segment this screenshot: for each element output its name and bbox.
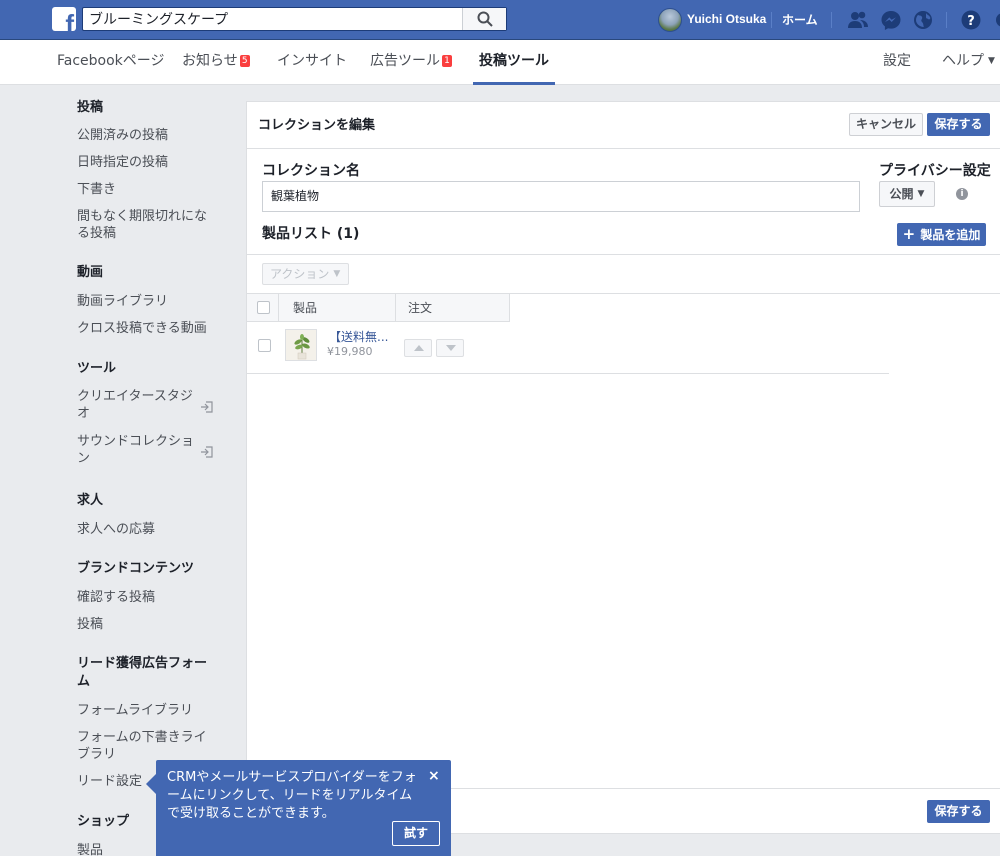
external-link-icon bbox=[201, 401, 213, 413]
avatar[interactable] bbox=[658, 8, 682, 32]
sidebar-item-job-applications[interactable]: 求人への応募 bbox=[77, 521, 217, 538]
add-product-button[interactable]: + 製品を追加 bbox=[897, 223, 986, 246]
divider bbox=[946, 12, 947, 28]
move-up-button[interactable] bbox=[404, 339, 432, 357]
tab-insights[interactable]: インサイト bbox=[277, 40, 347, 85]
sidebar-item-video-library[interactable]: 動画ライブラリ bbox=[77, 293, 217, 310]
tab-help[interactable]: ヘルプ ▼ bbox=[942, 40, 995, 85]
notification-badge: 1 bbox=[442, 55, 452, 67]
save-button[interactable]: 保存する bbox=[927, 113, 990, 136]
divider bbox=[247, 373, 889, 374]
search-box bbox=[82, 7, 507, 31]
external-link-icon bbox=[201, 446, 213, 458]
product-list-label: 製品リスト (1) bbox=[262, 226, 360, 242]
divider bbox=[247, 148, 1000, 149]
sidebar-item-branded-posts[interactable]: 投稿 bbox=[77, 616, 217, 633]
collection-name-input[interactable]: 観葉植物 bbox=[262, 181, 860, 212]
settings-icon[interactable] bbox=[992, 9, 1000, 31]
sidebar-heading-posts: 投稿 bbox=[77, 100, 104, 115]
sidebar: 投稿 公開済みの投稿 日時指定の投稿 下書き 間もなく期限切れにな る投稿 動画… bbox=[0, 86, 245, 856]
svg-text:?: ? bbox=[967, 14, 975, 29]
tab-facebook-page[interactable]: Facebookページ bbox=[57, 40, 165, 85]
profile-link[interactable]: Yuichi Otsuka bbox=[687, 12, 766, 26]
chevron-down-icon: ▼ bbox=[917, 189, 925, 199]
facebook-logo[interactable]: f bbox=[52, 7, 76, 31]
row-checkbox[interactable] bbox=[258, 339, 271, 352]
search-button[interactable] bbox=[462, 8, 506, 30]
tab-settings[interactable]: 設定 bbox=[883, 40, 911, 85]
arrow-down-icon bbox=[446, 345, 456, 351]
tab-publishing-tools[interactable]: 投稿ツール bbox=[473, 40, 555, 85]
actions-dropdown[interactable]: アクション ▼ bbox=[262, 263, 349, 285]
plant-image bbox=[286, 330, 316, 360]
sidebar-heading-video: 動画 bbox=[77, 265, 104, 280]
divider bbox=[247, 321, 510, 322]
move-down-button[interactable] bbox=[436, 339, 464, 357]
product-name-link[interactable]: 【送料無... bbox=[329, 328, 389, 345]
select-all-checkbox[interactable] bbox=[257, 301, 270, 314]
plus-icon: + bbox=[902, 225, 921, 243]
divider bbox=[831, 12, 832, 28]
home-link[interactable]: ホーム bbox=[782, 11, 818, 28]
top-navigation-bar: f Yuichi Otsuka ホーム ? bbox=[0, 0, 1000, 40]
table-header-select bbox=[247, 294, 279, 322]
tab-notifications[interactable]: お知らせ 5 bbox=[182, 40, 250, 85]
collection-name-label: コレクション名 bbox=[262, 163, 360, 179]
notification-badge: 5 bbox=[239, 55, 250, 67]
table-header-product[interactable]: 製品 bbox=[279, 294, 396, 322]
table-header-order[interactable]: 注文 bbox=[396, 294, 510, 322]
product-thumbnail bbox=[285, 329, 317, 361]
sidebar-heading-jobs: 求人 bbox=[77, 493, 104, 508]
divider bbox=[247, 254, 1000, 255]
globe-icon[interactable] bbox=[912, 9, 934, 31]
tooltip-text: CRMやメールサービスプロバイダーをフォームにリンクして、リードをリアルタイムで… bbox=[167, 770, 417, 821]
close-icon[interactable]: × bbox=[428, 768, 440, 784]
privacy-dropdown[interactable]: 公開 ▼ bbox=[879, 181, 935, 207]
sidebar-item-crosspost-videos[interactable]: クロス投稿できる動画 bbox=[77, 320, 217, 337]
messenger-icon[interactable] bbox=[880, 9, 902, 31]
edit-collection-panel: コレクションを編集 キャンセル 保存する コレクション名 観葉植物 プライバシー… bbox=[246, 101, 1000, 834]
sidebar-item-creator-studio[interactable]: クリエイタースタジ オ bbox=[77, 388, 217, 422]
divider bbox=[771, 12, 772, 28]
sidebar-item-expiring-posts[interactable]: 間もなく期限切れにな る投稿 bbox=[77, 208, 217, 242]
privacy-settings-label: プライバシー設定 bbox=[879, 163, 991, 179]
page-title: コレクションを編集 bbox=[258, 118, 376, 133]
sidebar-item-published-posts[interactable]: 公開済みの投稿 bbox=[77, 127, 217, 144]
sidebar-item-scheduled-posts[interactable]: 日時指定の投稿 bbox=[77, 154, 217, 171]
sidebar-heading-tools: ツール bbox=[77, 361, 117, 376]
sidebar-item-sound-collection[interactable]: サウンドコレクショ ン bbox=[77, 433, 217, 467]
product-price: ¥19,980 bbox=[327, 345, 373, 358]
footer-save-button[interactable]: 保存する bbox=[927, 800, 990, 823]
help-icon[interactable]: ? bbox=[960, 9, 982, 31]
sidebar-item-drafts[interactable]: 下書き bbox=[77, 181, 217, 198]
arrow-up-icon bbox=[414, 345, 424, 351]
lead-settings-tooltip: CRMやメールサービスプロバイダーをフォームにリンクして、リードをリアルタイムで… bbox=[146, 760, 451, 856]
sidebar-heading-lead-ads-forms: リード獲得広告フォー ム bbox=[77, 656, 208, 689]
try-button[interactable]: 試す bbox=[392, 821, 440, 846]
info-icon[interactable]: i bbox=[956, 188, 968, 200]
sidebar-item-form-library[interactable]: フォームライブラリ bbox=[77, 702, 217, 719]
cancel-button[interactable]: キャンセル bbox=[849, 113, 923, 136]
friends-icon[interactable] bbox=[847, 9, 869, 31]
page-tab-bar: Facebookページ お知らせ 5 インサイト 広告ツール 1 投稿ツール 設定 … bbox=[0, 40, 1000, 85]
search-input[interactable] bbox=[89, 9, 459, 29]
search-icon bbox=[477, 11, 493, 27]
sidebar-item-review-posts[interactable]: 確認する投稿 bbox=[77, 589, 217, 606]
sidebar-item-form-drafts[interactable]: フォームの下書きライ ブラリ bbox=[77, 729, 217, 763]
chevron-down-icon: ▼ bbox=[333, 269, 341, 279]
chevron-down-icon: ▼ bbox=[988, 56, 995, 66]
sidebar-heading-branded-content: ブランドコンテンツ bbox=[77, 561, 195, 576]
tab-ad-tools[interactable]: 広告ツール 1 bbox=[370, 40, 452, 85]
